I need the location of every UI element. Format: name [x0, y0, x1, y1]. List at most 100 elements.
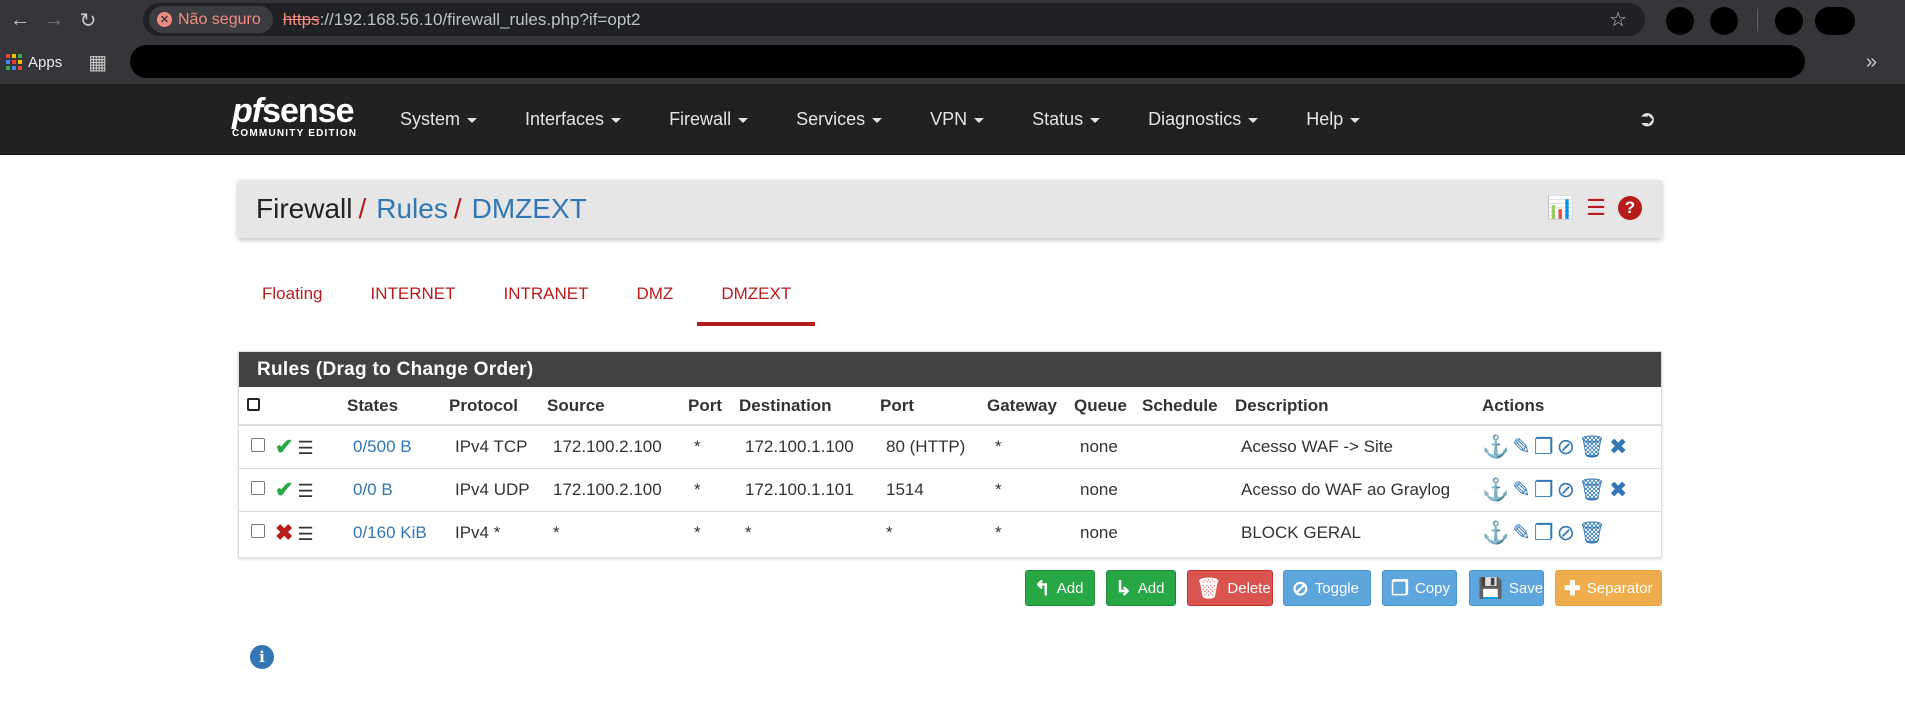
copy-icon[interactable]: ❐: [1534, 477, 1554, 502]
more-bookmarks-icon[interactable]: »: [1866, 51, 1877, 74]
row-checkbox[interactable]: [251, 523, 265, 538]
reload-icon[interactable]: ↻: [74, 6, 102, 34]
back-arrow-icon[interactable]: ←: [6, 6, 34, 34]
menu-vpn[interactable]: VPN: [930, 109, 985, 130]
breadcrumb-separator: /: [358, 193, 367, 224]
checklist-icon[interactable]: ☰: [297, 481, 313, 501]
toggle-button[interactable]: ⊘ Toggle: [1283, 570, 1371, 606]
col-states[interactable]: States: [347, 387, 449, 426]
security-label: Não seguro: [178, 10, 261, 28]
security-chip[interactable]: ✕ Não seguro: [149, 6, 273, 33]
copy-icon[interactable]: ❐: [1534, 434, 1554, 459]
add-top-button[interactable]: ↰ Add: [1025, 570, 1095, 606]
tab-floating[interactable]: Floating: [238, 280, 346, 326]
info-icon[interactable]: i: [250, 645, 274, 669]
toolbar-divider: [1757, 9, 1758, 31]
breadcrumb-rules-link[interactable]: Rules: [376, 193, 448, 225]
logout-icon[interactable]: ➲: [1638, 106, 1656, 132]
apps-grid-icon: [6, 54, 22, 70]
tab-dmz[interactable]: DMZ: [612, 280, 697, 326]
list-log-icon[interactable]: ☰: [1586, 195, 1606, 221]
forward-arrow-icon[interactable]: →: [40, 6, 68, 34]
menu-firewall[interactable]: Firewall: [669, 109, 749, 130]
close-icon[interactable]: ✖: [1609, 434, 1627, 459]
browser-toolbar: ← → ↻ ✕ Não seguro https://192.168.56.10…: [0, 0, 1905, 40]
anchor-icon[interactable]: ⚓: [1482, 434, 1509, 459]
copy-icon[interactable]: ❐: [1534, 520, 1554, 545]
col-gateway[interactable]: Gateway: [987, 387, 1074, 426]
extension-icon[interactable]: [1666, 7, 1694, 35]
close-icon[interactable]: ✖: [1609, 477, 1627, 502]
col-queue[interactable]: Queue: [1074, 387, 1142, 426]
interface-tabs: Floating INTERNET INTRANET DMZ DMZEXT: [238, 280, 816, 326]
col-description[interactable]: Description: [1235, 387, 1482, 426]
col-protocol[interactable]: Protocol: [449, 387, 547, 426]
disable-icon[interactable]: ⊘: [1557, 520, 1575, 545]
states-link[interactable]: 0/500 B: [353, 437, 412, 456]
trash-icon[interactable]: 🗑: [1578, 477, 1606, 502]
tab-dmzext[interactable]: DMZEXT: [697, 280, 816, 326]
pfsense-logo[interactable]: pfsense COMMUNITY EDITION: [232, 94, 357, 139]
extension-icon[interactable]: [1710, 7, 1738, 35]
bar-chart-icon[interactable]: 📊: [1547, 195, 1574, 221]
breadcrumb: Firewall / Rules / DMZEXT: [256, 193, 587, 225]
edit-pencil-icon[interactable]: ✎: [1512, 477, 1530, 502]
anchor-icon[interactable]: ⚓: [1482, 477, 1509, 502]
bookmark-star-icon[interactable]: ☆: [1609, 7, 1627, 32]
tab-internet[interactable]: INTERNET: [346, 280, 479, 326]
checklist-icon[interactable]: ☰: [297, 524, 313, 544]
apps-shortcut[interactable]: Apps: [6, 54, 62, 71]
profile-avatar[interactable]: [1815, 7, 1855, 35]
table-row[interactable]: ✔ ☰ 0/0 B IPv4 UDP 172.100.2.100 * 172.10…: [239, 467, 1661, 511]
menu-services[interactable]: Services: [796, 109, 883, 130]
states-link[interactable]: 0/160 KiB: [353, 523, 427, 542]
row-checkbox[interactable]: [251, 480, 265, 495]
menu-interfaces[interactable]: Interfaces: [525, 109, 622, 130]
tab-intranet[interactable]: INTRANET: [479, 280, 612, 326]
table-row[interactable]: ✔ ☰ 0/500 B IPv4 TCP 172.100.2.100 * 172.…: [239, 424, 1661, 468]
select-all-checkbox[interactable]: [247, 397, 260, 411]
add-bottom-button[interactable]: ↳ Add: [1106, 570, 1176, 606]
separator-button[interactable]: ✚ Separator: [1555, 570, 1662, 606]
col-source-port[interactable]: Port: [688, 387, 739, 426]
source-port: *: [688, 467, 739, 511]
menu-status[interactable]: Status: [1032, 109, 1101, 130]
tab-groups-icon[interactable]: ▦: [88, 50, 107, 75]
trash-icon[interactable]: 🗑: [1578, 434, 1606, 459]
url-text[interactable]: https://192.168.56.10/firewall_rules.php…: [283, 10, 641, 30]
checklist-icon[interactable]: ☰: [297, 438, 313, 458]
schedule: [1142, 467, 1235, 511]
breadcrumb-interface-link[interactable]: DMZEXT: [472, 193, 587, 225]
disable-icon[interactable]: ⊘: [1557, 477, 1575, 502]
anchor-icon[interactable]: ⚓: [1482, 520, 1509, 545]
edit-pencil-icon[interactable]: ✎: [1512, 434, 1530, 459]
copy-button[interactable]: ❐ Copy: [1382, 570, 1457, 606]
address-bar[interactable]: ✕ Não seguro https://192.168.56.10/firew…: [143, 3, 1645, 36]
states-link[interactable]: 0/0 B: [353, 480, 393, 499]
protocol: IPv4 *: [449, 510, 547, 554]
pass-check-icon[interactable]: ✔: [275, 434, 293, 459]
block-x-icon[interactable]: ✖: [275, 520, 293, 545]
save-button[interactable]: 💾 Save: [1469, 570, 1544, 606]
caret-down-icon: [1350, 118, 1361, 123]
col-destination[interactable]: Destination: [739, 387, 880, 426]
trash-icon[interactable]: 🗑: [1578, 520, 1606, 545]
edit-pencil-icon[interactable]: ✎: [1512, 520, 1530, 545]
help-icon[interactable]: ?: [1618, 196, 1642, 220]
col-schedule[interactable]: Schedule: [1142, 387, 1235, 426]
menu-diagnostics[interactable]: Diagnostics: [1148, 109, 1259, 130]
menu-help[interactable]: Help: [1306, 109, 1361, 130]
menu-system[interactable]: System: [400, 109, 478, 130]
delete-button[interactable]: 🗑 Delete: [1187, 570, 1273, 606]
table-row[interactable]: ✖ ☰ 0/160 KiB IPv4 * * * * * * none BLOCK…: [239, 510, 1661, 554]
extension-icon[interactable]: [1775, 7, 1803, 35]
pass-check-icon[interactable]: ✔: [275, 477, 293, 502]
arrow-up-icon: ↰: [1034, 577, 1051, 600]
col-destination-port[interactable]: Port: [880, 387, 987, 426]
disable-icon[interactable]: ⊘: [1557, 434, 1575, 459]
pfsense-navbar: pfsense COMMUNITY EDITION System Interfa…: [0, 84, 1905, 155]
breadcrumb-panel: Firewall / Rules / DMZEXT 📊 ☰ ?: [238, 180, 1662, 238]
description: Acesso WAF -> Site: [1235, 424, 1482, 468]
col-source[interactable]: Source: [547, 387, 688, 426]
row-checkbox[interactable]: [251, 437, 265, 452]
